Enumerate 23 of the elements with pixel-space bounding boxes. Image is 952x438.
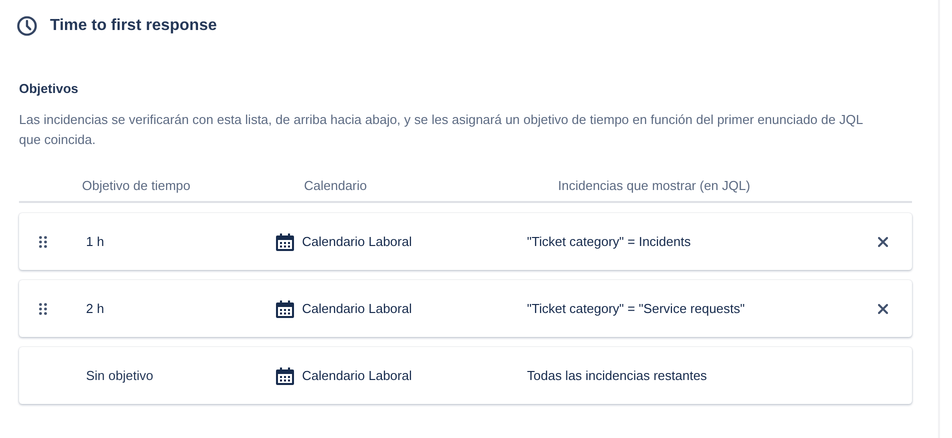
drag-handle-icon[interactable] xyxy=(39,236,47,248)
column-header: Incidencias que mostrar (en JQL) xyxy=(558,178,750,192)
close-icon xyxy=(878,304,888,314)
calendar-icon xyxy=(276,300,294,318)
time-goal: Sin objetivo xyxy=(86,368,154,383)
section-title: Time to first response xyxy=(50,17,217,35)
drag-handle-icon[interactable] xyxy=(39,302,47,314)
calendar-name: Calendario Laboral xyxy=(302,368,412,383)
calendar-name: Calendario Laboral xyxy=(302,234,412,249)
column-header: Calendario xyxy=(304,178,368,192)
jql-query: Todas las incidencias restantes xyxy=(527,368,708,383)
column-header: Objetivo de tiempo xyxy=(82,178,192,192)
time-goal: 2 h xyxy=(86,301,106,316)
calendar-icon xyxy=(276,366,294,384)
calendar-name: Calendario Laboral xyxy=(302,301,412,316)
objectives-heading: Objetivos xyxy=(19,81,80,96)
calendar-icon xyxy=(276,232,294,250)
close-icon xyxy=(878,236,888,246)
objectives-description: Las incidencias se verificarán con esta lista, de arriba hacia abajo, y se les asignará un objetivo de tiempo en función del primer enunciado de JQL que coincida. xyxy=(19,111,864,149)
time-goal: 1 h xyxy=(86,234,106,249)
jql-query: "Ticket category" = "Service requests" xyxy=(527,301,746,316)
clock-icon xyxy=(16,15,38,37)
jql-query: "Ticket category" = Incidents xyxy=(527,234,692,249)
